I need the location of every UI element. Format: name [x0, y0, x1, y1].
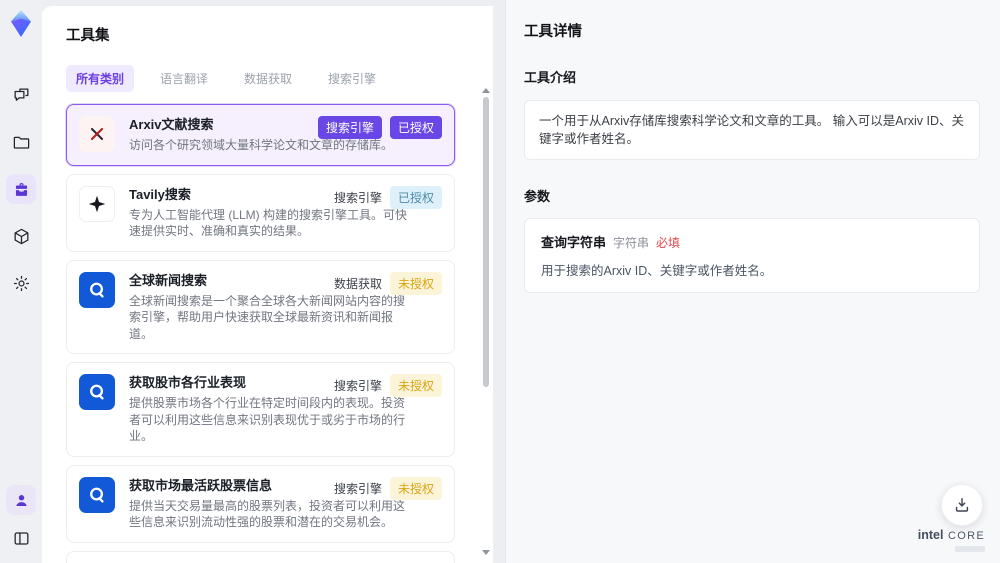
- app-logo-icon: [5, 8, 37, 40]
- quark-search-icon: [90, 282, 104, 298]
- quark-search-icon: [90, 384, 104, 400]
- scrollbar-up-arrow-icon[interactable]: [482, 88, 490, 93]
- tool-app-icon: [79, 116, 115, 152]
- core-brand-text: core: [947, 530, 985, 542]
- tool-badges: 搜索引擎 已授权: [333, 185, 442, 209]
- intro-box: 一个用于从Arxiv存储库搜索科学论文和文章的工具。 输入可以是Arxiv ID…: [524, 100, 980, 160]
- tool-category-badge: 搜索引擎: [333, 481, 382, 496]
- category-tabs: 所有类别 语言翻译 数据获取 搜索引擎: [66, 65, 469, 92]
- tool-card[interactable]: 全球新闻搜索 全球新闻搜索是一个聚合全球各大新闻网站内容的搜索引擎，帮助用户快速…: [66, 259, 455, 354]
- tool-description: 全球新闻搜索是一个聚合全球各大新闻网站内容的搜索引擎，帮助用户快速获取全球最新资…: [129, 293, 406, 341]
- tool-category-badge: 搜索引擎: [317, 116, 382, 139]
- tool-card[interactable]: 获取股市各行业表现 提供股票市场各个行业在特定时间段内的表现。投资者可以利用这些…: [66, 362, 455, 457]
- tool-app-icon: [79, 374, 115, 410]
- tool-description: 提供股票市场各个行业在特定时间段内的表现。投资者可以利用这些信息来识别表现优于或…: [129, 396, 406, 443]
- core-ultra-mark: [955, 546, 985, 552]
- tool-auth-badge: 未授权: [389, 476, 442, 500]
- tool-auth-badge: 已授权: [389, 185, 442, 209]
- tool-app-icon: [79, 271, 115, 308]
- toolbox-icon[interactable]: [6, 174, 36, 204]
- list-scrollbar[interactable]: [482, 88, 490, 555]
- intro-heading: 工具介绍: [524, 70, 577, 85]
- tool-card[interactable]: Tavily搜索 专为人工智能代理 (LLM) 构建的搜索引擎工具。可快速提供实…: [66, 173, 455, 252]
- tab-搜索引擎[interactable]: 搜索引擎: [318, 65, 386, 92]
- sidebar-nav: [6, 80, 36, 298]
- sidebar-bottom: [6, 485, 36, 553]
- tool-badges: 搜索引擎 未授权: [333, 476, 442, 500]
- param-box: 查询字符串 字符串 必填 用于搜索的Arxiv ID、关键字或作者姓名。: [524, 218, 980, 293]
- details-title: 工具详情: [524, 24, 582, 40]
- params-heading: 参数: [524, 189, 551, 204]
- tool-badges: 搜索引擎 未授权: [334, 374, 442, 397]
- intro-text: 一个用于从Arxiv存储库搜索科学论文和文章的工具。 输入可以是Arxiv ID…: [539, 114, 965, 146]
- tab-语言翻译[interactable]: 语言翻译: [150, 65, 218, 92]
- tool-app-icon: [79, 185, 115, 222]
- tool-details-panel: 工具详情 工具介绍 一个用于从Arxiv存储库搜索科学论文和文章的工具。 输入可…: [505, 0, 1000, 563]
- folder-icon[interactable]: [6, 127, 36, 157]
- param-description: 用于搜索的Arxiv ID、关键字或作者姓名。: [541, 264, 773, 278]
- tool-card[interactable]: 万维地区新闻查询 查询具体行政区划内的新闻，快速了解各地新闻动 搜索引擎 未授权: [66, 550, 455, 563]
- tool-list-panel: 工具集 所有类别 语言翻译 数据获取 搜索引擎 Arxiv文献搜索 访问各个研究领域大…: [42, 6, 493, 563]
- download-button[interactable]: [941, 484, 983, 526]
- sidebar: [0, 0, 42, 563]
- page-title: 工具集: [66, 28, 110, 44]
- app-root: 工具集 所有类别 语言翻译 数据获取 搜索引擎 Arxiv文献搜索 访问各个研究领域大…: [0, 0, 1000, 563]
- tool-category-badge: 搜索引擎: [333, 379, 382, 393]
- tool-description: 访问各个研究领域大量科学论文和文章的存储库。: [129, 138, 394, 152]
- tool-description: 专为人工智能代理 (LLM) 构建的搜索引擎工具。可快速提供实时、准确和真实的结…: [129, 207, 408, 239]
- tool-category-badge: 数据获取: [333, 276, 382, 291]
- intel-core-logo: intel core: [918, 529, 985, 554]
- tool-auth-badge: 未授权: [389, 374, 442, 397]
- panel-layout-icon[interactable]: [6, 523, 36, 553]
- scrollbar-thumb[interactable]: [483, 97, 489, 387]
- tool-card[interactable]: 获取市场最活跃股票信息 提供当天交易量最高的股票列表，投资者可以利用这些信息来识…: [66, 464, 455, 543]
- tool-category-badge: 搜索引擎: [333, 190, 382, 205]
- chat-icon[interactable]: [6, 80, 36, 110]
- tool-badges: 搜索引擎 已授权: [317, 116, 442, 139]
- tool-auth-badge: 已授权: [389, 116, 442, 139]
- tool-auth-badge: 未授权: [389, 271, 442, 295]
- tab-数据获取[interactable]: 数据获取: [234, 65, 302, 92]
- download-icon: [955, 498, 969, 512]
- scrollbar-down-arrow-icon[interactable]: [482, 550, 490, 555]
- quark-search-icon: [90, 487, 104, 503]
- settings-gear-icon[interactable]: [6, 268, 36, 298]
- tavily-star-icon: [88, 195, 106, 212]
- tool-list: Arxiv文献搜索 访问各个研究领域大量科学论文和文章的存储库。 搜索引擎 已授…: [66, 104, 469, 563]
- param-required-badge: 必填: [656, 236, 681, 250]
- tool-app-icon: [79, 476, 115, 513]
- param-name: 查询字符串: [541, 235, 607, 250]
- cube-icon[interactable]: [6, 221, 36, 251]
- tool-description: 提供当天交易量最高的股票列表，投资者可以利用这些信息来识别流动性强的股票和潜在的…: [129, 498, 406, 530]
- tool-badges: 数据获取 未授权: [333, 271, 442, 295]
- tab-所有类别[interactable]: 所有类别: [66, 65, 135, 92]
- tool-card[interactable]: Arxiv文献搜索 访问各个研究领域大量科学论文和文章的存储库。 搜索引擎 已授…: [66, 104, 455, 166]
- user-icon[interactable]: [6, 485, 36, 515]
- intel-brand-text: intel: [917, 528, 944, 542]
- param-type: 字符串: [613, 236, 650, 250]
- arxiv-x-icon: [90, 127, 104, 141]
